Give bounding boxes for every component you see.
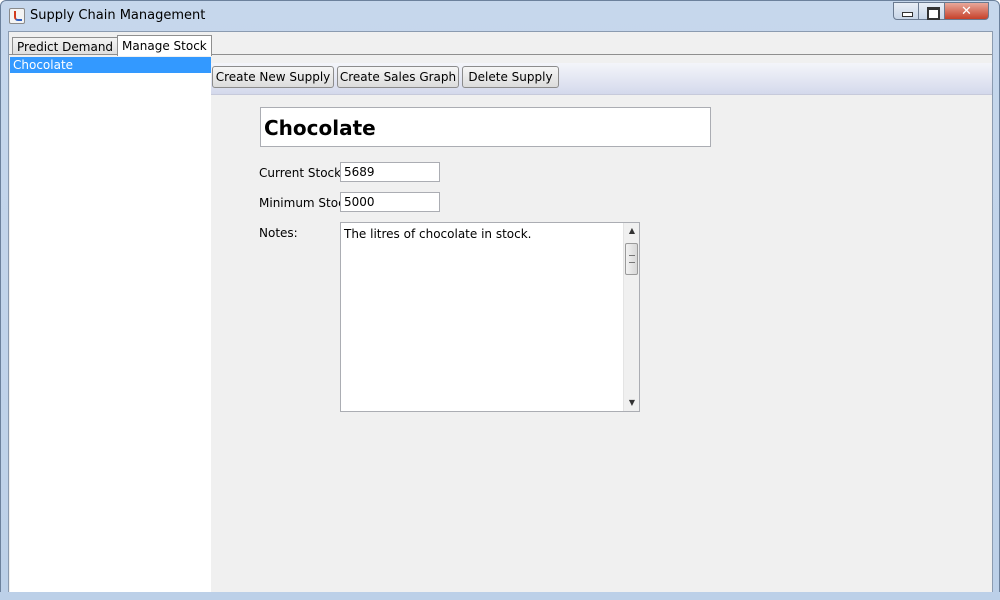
notes-textarea[interactable]: The litres of chocolate in stock. ▲ ▼: [340, 222, 640, 412]
current-stock-field[interactable]: 5689: [340, 162, 440, 182]
tab-manage-stock[interactable]: Manage Stock: [117, 35, 212, 56]
notes-label: Notes:: [259, 226, 298, 240]
supply-name-field[interactable]: Chocolate: [260, 107, 711, 147]
client-area: Predict Demand Manage Stock Chocolate Cr…: [8, 31, 993, 593]
notes-scrollbar[interactable]: ▲ ▼: [623, 223, 639, 411]
scroll-up-icon[interactable]: ▲: [624, 223, 640, 239]
window-controls: ✕: [893, 2, 989, 20]
window-title: Supply Chain Management: [30, 8, 206, 23]
title-bar[interactable]: Supply Chain Management ✕: [1, 1, 999, 31]
list-item[interactable]: Chocolate: [10, 57, 211, 73]
application-window: Supply Chain Management ✕ Predict Demand…: [0, 0, 1000, 600]
manage-stock-panel: Chocolate Create New Supply Create Sales…: [9, 54, 992, 593]
tab-bar: Predict Demand Manage Stock: [12, 34, 212, 56]
window-bottom-border: [0, 592, 1000, 600]
java-app-icon[interactable]: [9, 8, 25, 24]
maximize-icon[interactable]: [919, 2, 945, 20]
minimum-stock-field[interactable]: 5000: [340, 192, 440, 212]
notes-text: The litres of chocolate in stock.: [344, 227, 532, 241]
scroll-down-icon[interactable]: ▼: [624, 395, 640, 411]
supply-list[interactable]: Chocolate: [10, 57, 211, 593]
supply-detail: Chocolate Current Stock: 5689 Minimum St…: [211, 96, 992, 593]
close-icon[interactable]: ✕: [945, 2, 989, 20]
minimize-icon[interactable]: [893, 2, 919, 20]
current-stock-label: Current Stock:: [259, 166, 346, 180]
create-sales-graph-button[interactable]: Create Sales Graph: [337, 66, 459, 88]
delete-supply-button[interactable]: Delete Supply: [462, 66, 559, 88]
scroll-thumb[interactable]: [625, 243, 638, 275]
create-new-supply-button[interactable]: Create New Supply: [212, 66, 334, 88]
toolbar: Create New Supply Create Sales Graph Del…: [211, 63, 992, 95]
